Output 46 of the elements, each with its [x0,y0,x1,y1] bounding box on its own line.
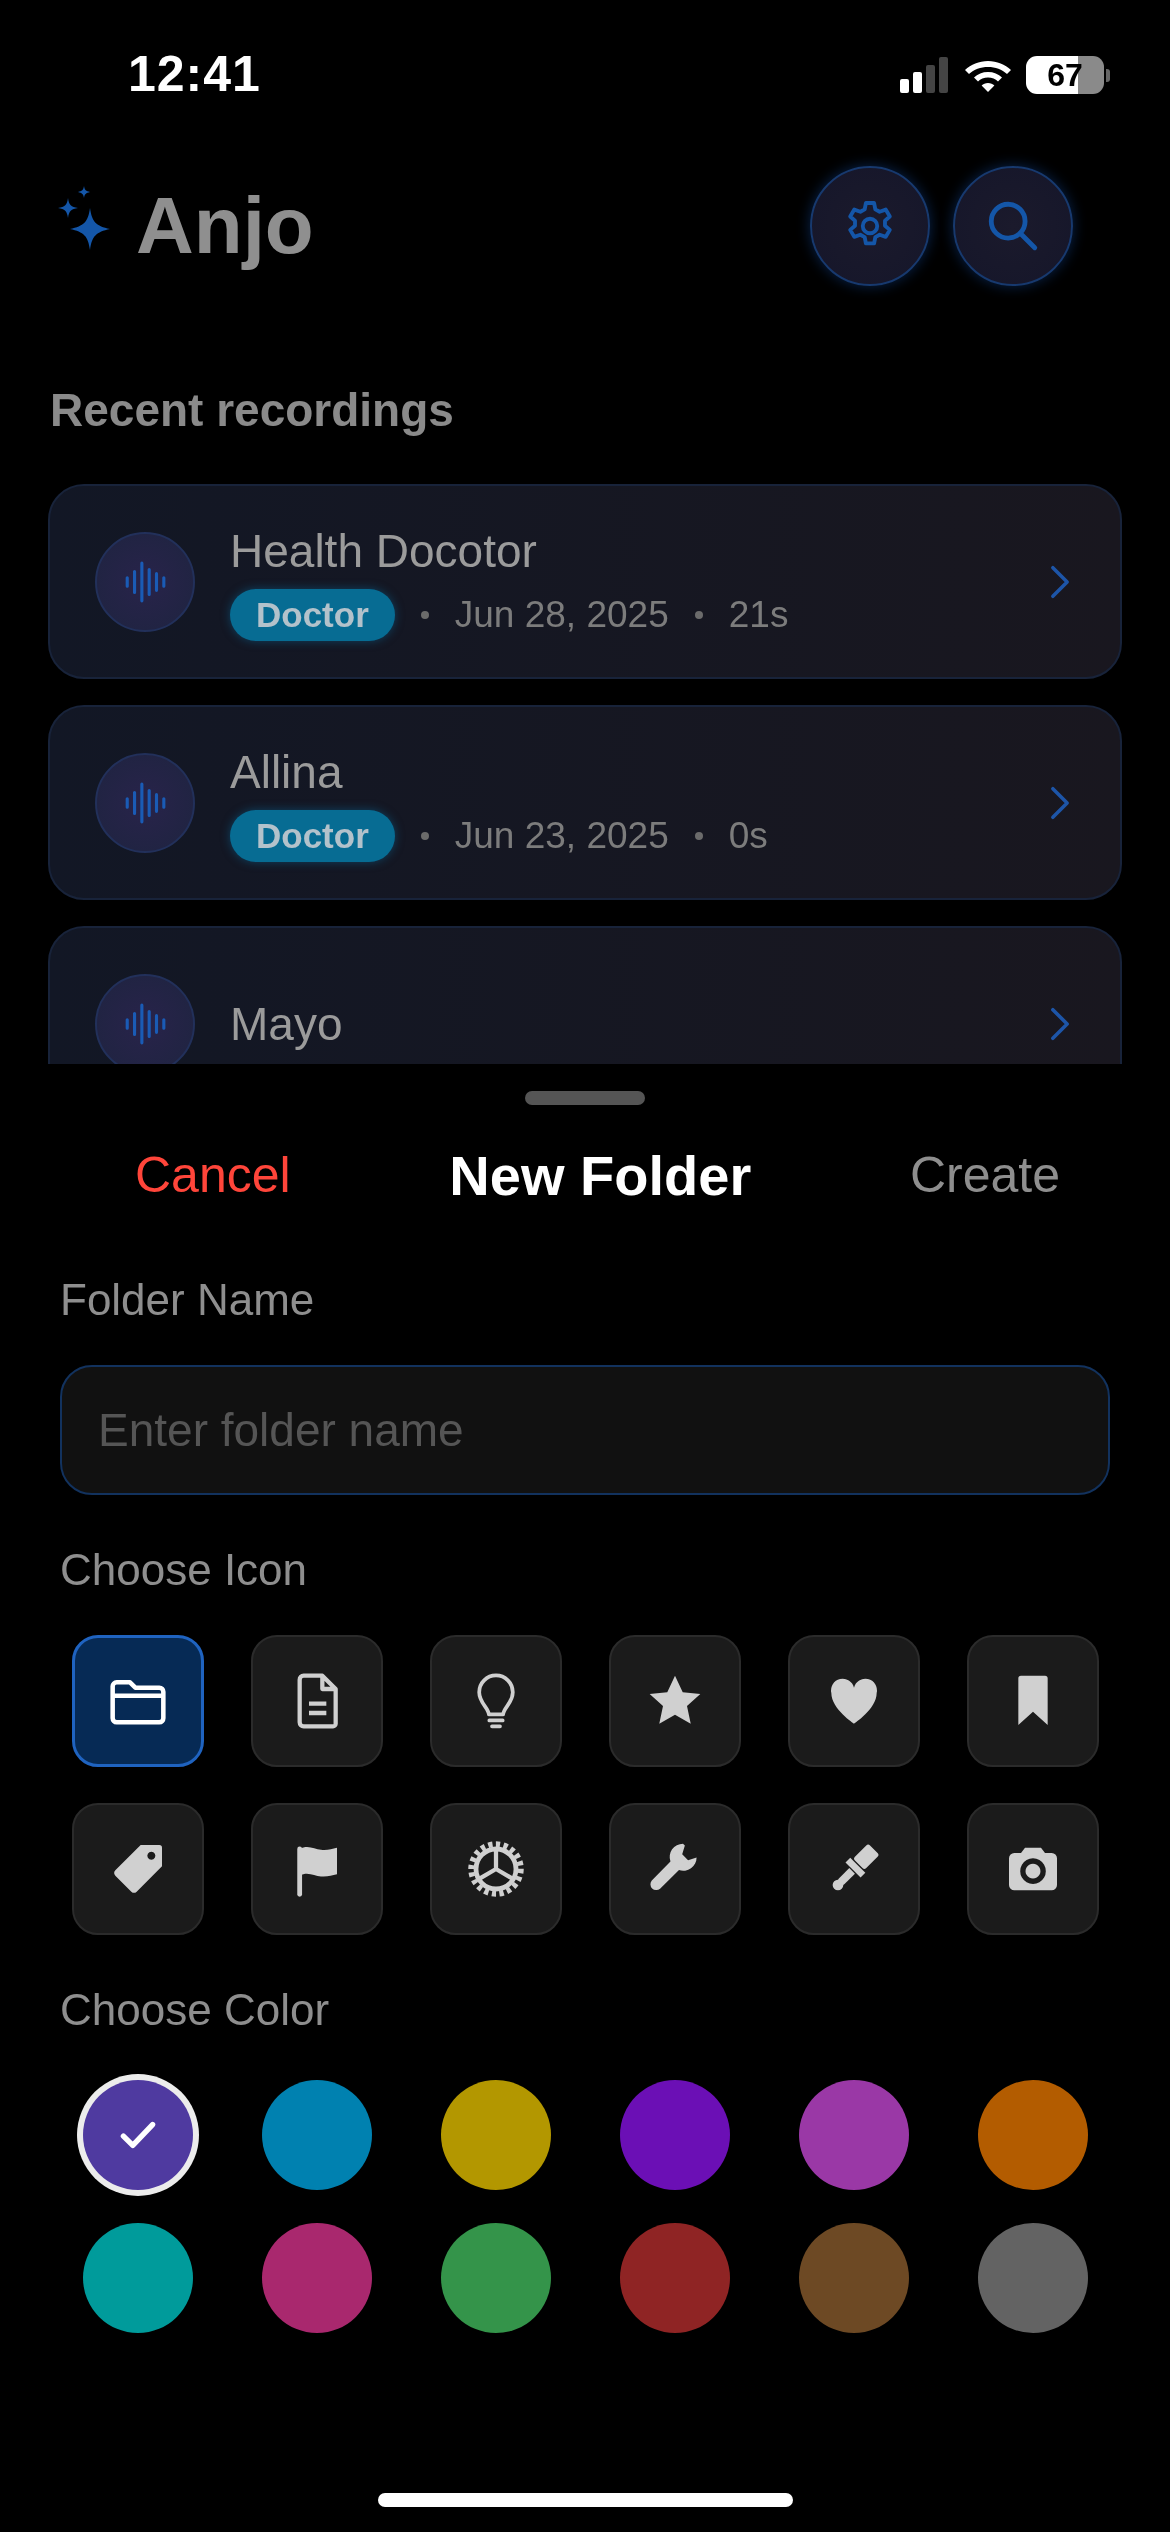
icon-option[interactable] [967,1635,1099,1767]
icon-option[interactable] [251,1803,383,1935]
signal-icon [900,57,950,93]
create-button[interactable]: Create [909,1146,1060,1204]
clock-time: 12:41 [128,45,261,103]
sheet-title: New Folder [449,1142,752,1208]
chevron-right-icon [1050,784,1070,821]
recording-duration: 21s [728,593,789,636]
recording-card[interactable]: Mayo [48,926,1122,1064]
settings-button[interactable] [810,166,930,286]
icon-option[interactable] [967,1803,1099,1935]
separator-dot [694,610,703,619]
tag-label: Doctor [230,588,395,641]
sheet-grabber[interactable] [525,1091,645,1105]
separator-dot [420,610,429,619]
recording-title: Allina [230,744,344,800]
recording-card[interactable]: Health Docotor Doctor Jun 28, 2025 21s [48,484,1122,679]
separator-dot [420,831,429,840]
recording-date: Jun 28, 2025 [454,593,669,636]
icon-option[interactable] [609,1803,741,1935]
icon-option[interactable] [609,1635,741,1767]
chevron-right-icon [1050,1005,1070,1042]
icon-option[interactable] [72,1803,204,1935]
icon-option[interactable] [430,1635,562,1767]
icon-option[interactable] [788,1635,920,1767]
recording-date: Jun 23, 2025 [454,814,669,857]
section-label: Choose Icon [60,1544,309,1596]
recording-card[interactable]: Allina Doctor Jun 23, 2025 0s [48,705,1122,900]
icon-option[interactable] [251,1635,383,1767]
field-label: Folder Name [60,1274,316,1326]
icon-option[interactable] [72,1635,204,1767]
recording-title: Health Docotor [230,523,538,579]
recording-title: Mayo [230,996,344,1052]
folder-name-field[interactable]: Enter folder name [60,1365,1110,1495]
separator-dot [694,831,703,840]
chevron-right-icon [1050,563,1070,600]
icon-option[interactable] [430,1803,562,1935]
battery-indicator: 67 [1026,56,1104,94]
icon-option[interactable] [788,1803,920,1935]
section-label: Choose Color [60,1984,331,2036]
tag-label: Doctor [230,809,395,862]
section-title: Recent recordings [50,383,455,438]
app-title: Anjo [136,180,314,272]
recording-duration: 0s [728,814,768,857]
cancel-button[interactable]: Cancel [135,1146,291,1204]
search-button[interactable] [953,166,1073,286]
